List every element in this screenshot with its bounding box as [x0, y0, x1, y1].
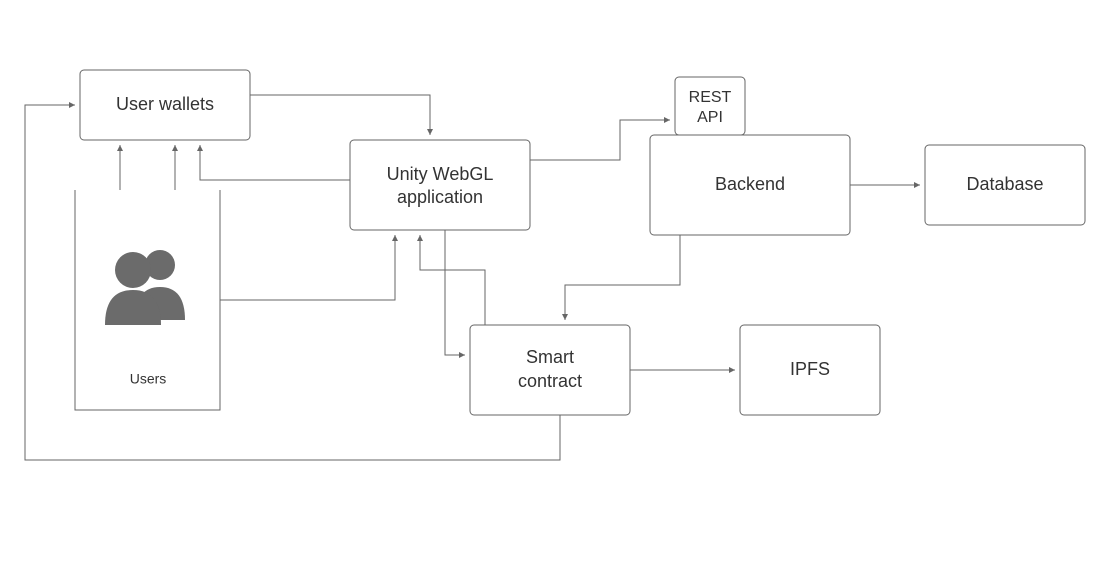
- rest-api-label-2: API: [697, 109, 723, 126]
- edge-wallets-to-unity: [250, 95, 430, 135]
- smart-contract-label-1: Smart: [526, 347, 574, 367]
- edge-unity-to-restapi: [530, 120, 670, 160]
- architecture-diagram: Users User wallets Unity WebGL applicati…: [0, 0, 1120, 561]
- edge-unity-to-smartcontract: [445, 230, 465, 355]
- users-label: Users: [130, 371, 167, 387]
- edge-unity-to-wallets: [200, 145, 350, 180]
- edge-users-to-unity: [220, 235, 395, 300]
- unity-webgl-node: Unity WebGL application: [350, 140, 530, 230]
- unity-webgl-label-1: Unity WebGL: [387, 164, 494, 184]
- rest-api-label-1: REST: [689, 89, 732, 106]
- users-node: Users: [75, 190, 220, 410]
- backend-label: Backend: [715, 174, 785, 194]
- user-wallets-node: User wallets: [80, 70, 250, 140]
- ipfs-node: IPFS: [740, 325, 880, 415]
- backend-node: Backend: [650, 135, 850, 235]
- edge-backend-to-smartcontract: [565, 235, 680, 320]
- database-label: Database: [966, 174, 1043, 194]
- database-node: Database: [925, 145, 1085, 225]
- smart-contract-label-2: contract: [518, 371, 582, 391]
- rest-api-node: REST API: [675, 77, 745, 135]
- unity-webgl-label-2: application: [397, 187, 483, 207]
- smart-contract-node: Smart contract: [470, 325, 630, 415]
- edge-smartcontract-to-unity: [420, 235, 485, 325]
- user-wallets-label: User wallets: [116, 94, 214, 114]
- ipfs-label: IPFS: [790, 359, 830, 379]
